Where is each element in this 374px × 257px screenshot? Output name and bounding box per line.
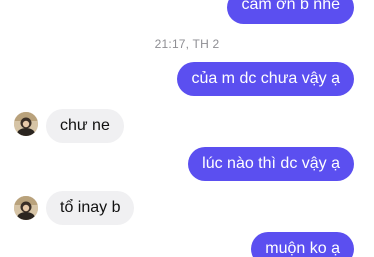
- message-text: lúc nào thì dc vậy ạ: [202, 155, 340, 172]
- message-text: tổ inay b: [60, 199, 121, 216]
- message-bubble-outgoing[interactable]: lúc nào thì dc vậy ạ: [188, 147, 354, 181]
- message-bubble-incoming[interactable]: chư ne: [46, 109, 124, 143]
- message-bubble-outgoing[interactable]: của m dc chưa vậy ạ: [177, 62, 354, 96]
- message-bubble-outgoing[interactable]: muộn ko ạ: [251, 232, 354, 257]
- message-text: muộn ko ạ: [265, 240, 340, 257]
- chat-thread: cảm ơn b nhé 21:17, TH 2 của m dc chưa v…: [0, 0, 374, 257]
- message-text: của m dc chưa vậy ạ: [191, 70, 340, 87]
- contact-avatar[interactable]: [14, 112, 38, 136]
- message-bubble-outgoing[interactable]: cảm ơn b nhé: [227, 0, 354, 24]
- message-text: cảm ơn b nhé: [241, 0, 340, 13]
- avatar-image: [14, 196, 38, 220]
- contact-avatar[interactable]: [14, 196, 38, 220]
- avatar-image: [14, 112, 38, 136]
- message-bubble-incoming[interactable]: tổ inay b: [46, 191, 135, 225]
- message-timestamp: 21:17, TH 2: [154, 37, 220, 51]
- message-text: chư ne: [60, 117, 110, 134]
